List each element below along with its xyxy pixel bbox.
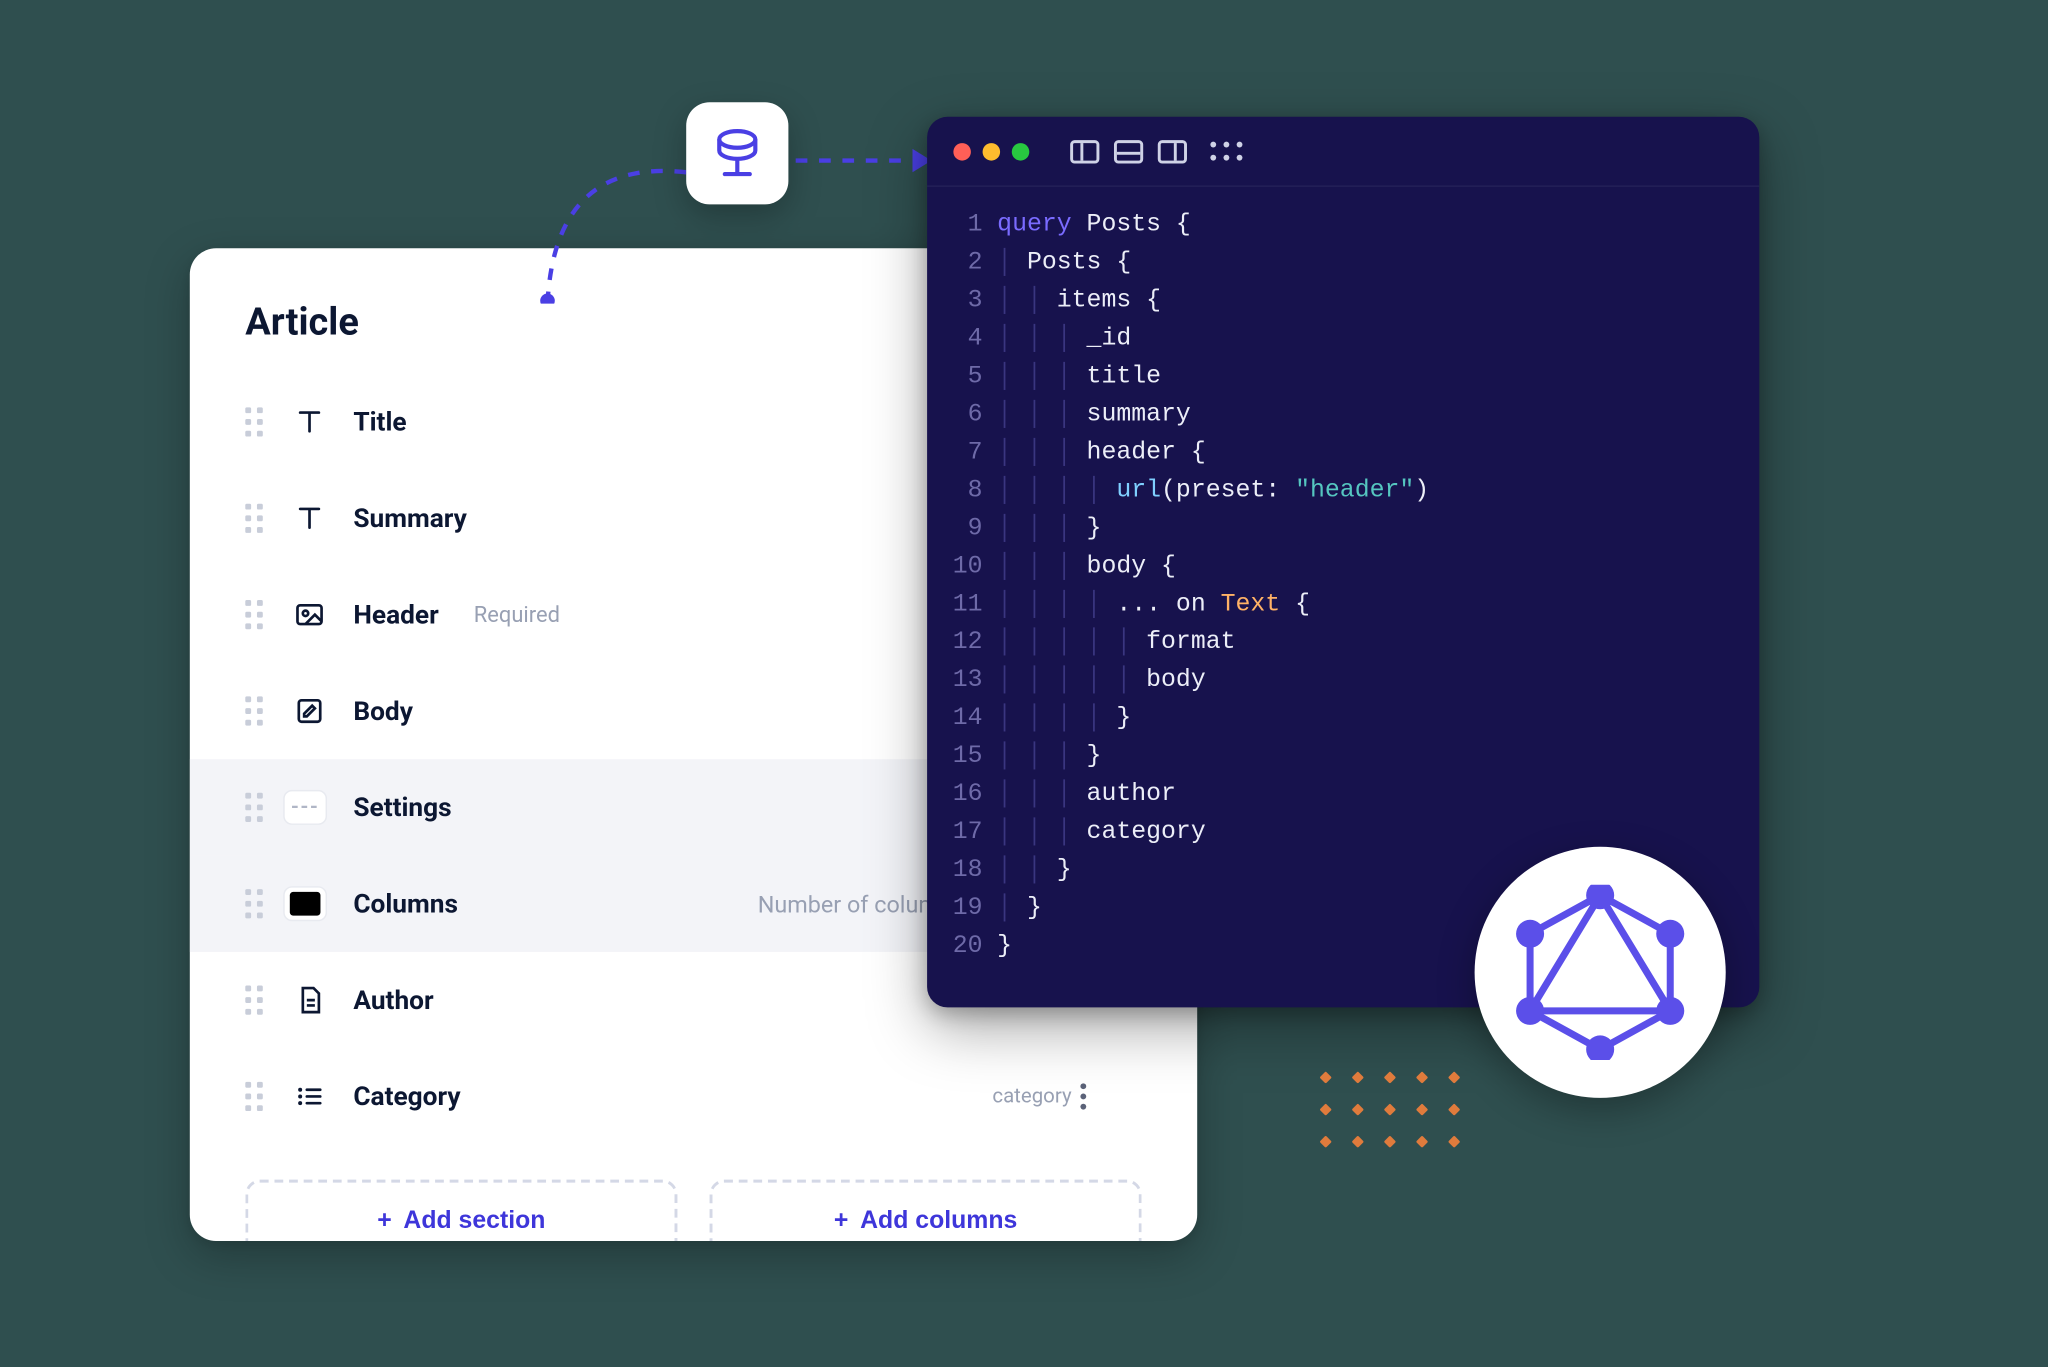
drag-handle-icon[interactable] <box>245 793 265 822</box>
graphql-badge <box>1475 847 1726 1098</box>
layout-bottom-icon[interactable] <box>1114 139 1143 162</box>
text-icon <box>292 404 327 439</box>
field-label: Summary <box>353 503 467 534</box>
field-label: Body <box>353 696 413 727</box>
drag-handle-icon[interactable] <box>245 600 265 629</box>
decorative-dot-pattern <box>1321 1073 1464 1152</box>
edit-icon <box>292 694 327 729</box>
add-section-button[interactable]: + Add section <box>245 1180 677 1241</box>
window-traffic-lights[interactable] <box>953 142 1029 160</box>
field-tag: category <box>992 1085 1071 1108</box>
drag-handle-icon[interactable] <box>245 986 265 1015</box>
image-icon <box>292 597 327 632</box>
database-badge <box>686 102 788 204</box>
graphql-icon <box>1513 885 1688 1060</box>
close-dot[interactable] <box>953 142 971 160</box>
field-label: Category <box>353 1081 460 1112</box>
layout-right-icon[interactable] <box>1158 139 1187 162</box>
add-section-label: Add section <box>403 1206 545 1235</box>
zoom-dot[interactable] <box>1012 142 1030 160</box>
line-number-gutter: 1234567891011121314151617181920 <box>927 207 997 966</box>
field-label: Settings <box>353 792 451 823</box>
database-icon <box>710 126 765 181</box>
minimize-dot[interactable] <box>983 142 1001 160</box>
list-icon <box>292 1079 327 1114</box>
field-row-category[interactable]: Category category <box>190 1048 1197 1144</box>
grid-handle-icon[interactable] <box>1210 142 1242 161</box>
add-columns-button[interactable]: + Add columns <box>710 1180 1142 1241</box>
layout-toggles[interactable] <box>1070 139 1187 162</box>
connector-arrow-right <box>788 139 934 183</box>
drag-handle-icon[interactable] <box>245 696 265 725</box>
columns-icon <box>283 886 327 921</box>
field-label: Columns <box>353 888 458 919</box>
text-icon <box>292 501 327 536</box>
kebab-menu-icon[interactable] <box>1080 1083 1086 1109</box>
plus-icon: + <box>377 1206 392 1235</box>
layout-left-icon[interactable] <box>1070 139 1099 162</box>
field-meta: Required <box>474 602 560 628</box>
field-label: Author <box>353 985 433 1016</box>
drag-handle-icon[interactable] <box>245 1082 265 1111</box>
code-titlebar <box>927 117 1759 187</box>
drag-handle-icon[interactable] <box>245 504 265 533</box>
drag-handle-icon[interactable] <box>245 889 265 918</box>
add-columns-label: Add columns <box>860 1206 1017 1235</box>
drag-handle-icon[interactable] <box>245 407 265 436</box>
field-label: Title <box>353 407 406 438</box>
code-content[interactable]: query Posts { │ Posts { │ │ items { │ │ … <box>997 207 1759 966</box>
field-label: Header <box>353 599 438 630</box>
dash-icon: --- <box>283 790 327 825</box>
plus-icon: + <box>834 1206 849 1235</box>
doc-icon <box>292 983 327 1018</box>
